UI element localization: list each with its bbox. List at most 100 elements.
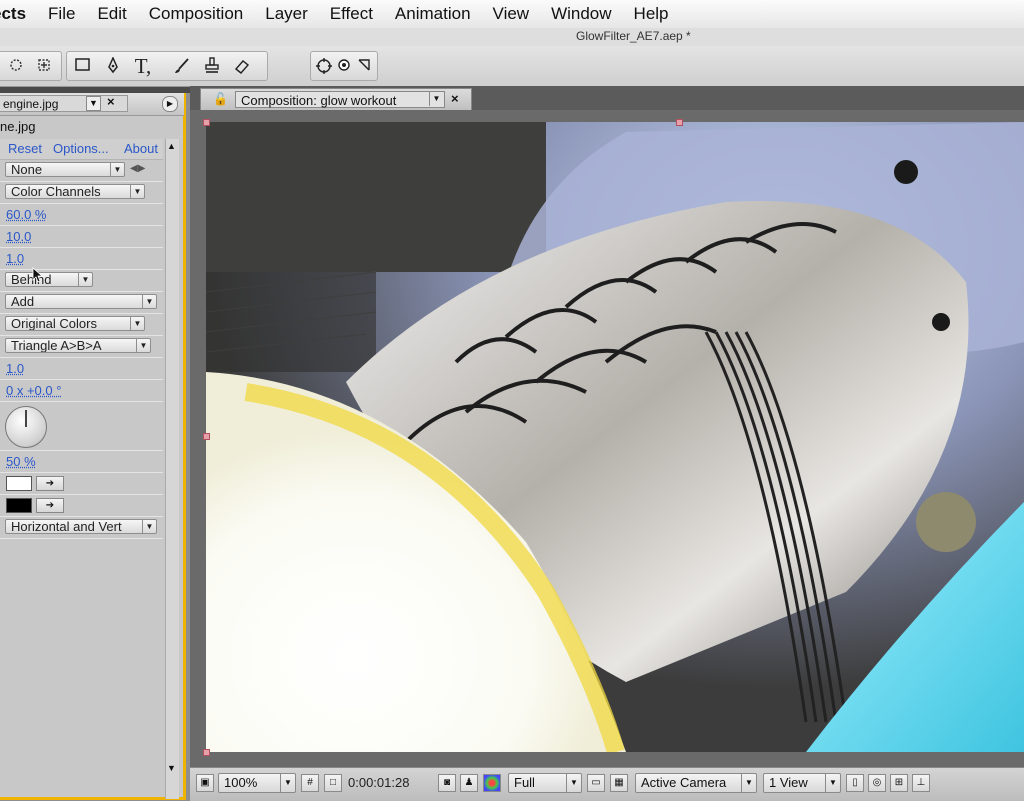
glow-colors-select[interactable]: Original Colors ▼ (5, 316, 145, 331)
pan-behind-icon[interactable] (3, 52, 29, 80)
track-icon[interactable] (351, 52, 377, 80)
color-phase-value[interactable]: 0 x +0.0 ° (6, 383, 61, 398)
composition-tab-label: Composition: glow workout (241, 93, 397, 108)
glow-operation-value: Add (11, 294, 35, 309)
color-a-swatch[interactable] (6, 476, 32, 491)
menu-help[interactable]: Help (623, 4, 680, 24)
reset-link[interactable]: Reset (8, 141, 42, 156)
about-link[interactable]: About (124, 141, 158, 156)
composition-name-box[interactable]: Composition: glow workout (235, 91, 445, 108)
region-of-interest-icon[interactable]: ▭ (587, 774, 605, 792)
effect-controls-scrollbar[interactable]: ▲ ▼ (165, 139, 179, 799)
color-channels-select[interactable]: Color Channels ▼ (5, 184, 145, 199)
effect-controls-tab-label: engine.jpg (3, 97, 59, 111)
options-link[interactable]: Options... (53, 141, 109, 156)
brush-icon[interactable] (169, 52, 195, 80)
pen-icon[interactable] (100, 52, 126, 80)
color-looping-value: Triangle A>B>A (11, 338, 102, 353)
scroll-down-icon[interactable]: ▼ (167, 763, 176, 773)
color-looping-row: Triangle A>B>A ▼ (0, 336, 163, 358)
eraser-icon[interactable] (229, 52, 255, 80)
view-layout-select[interactable]: 1 View ▼ (763, 773, 841, 793)
resolution-select[interactable]: Full ▼ (508, 773, 582, 793)
glow-based-on-select[interactable]: None ▼ (5, 162, 125, 177)
panel-menu-icon[interactable]: ▶ (162, 96, 178, 112)
channel-icon[interactable] (483, 774, 501, 792)
rectangle-mask-icon[interactable] (70, 52, 96, 80)
tool-group-2: T, (66, 51, 268, 81)
angle-dial[interactable] (5, 406, 47, 448)
color-phase-dial-row (0, 402, 163, 451)
lock-icon[interactable]: 🔓 (213, 92, 228, 106)
menu-window[interactable]: Window (540, 4, 622, 24)
menu-composition[interactable]: Composition (138, 4, 255, 24)
menu-layer[interactable]: Layer (254, 4, 319, 24)
hand-icon[interactable] (31, 52, 57, 80)
current-time[interactable]: 0:00:01:28 (348, 773, 409, 793)
eyedropper-icon[interactable]: ➔ (36, 498, 64, 513)
color-channels-value: Color Channels (11, 184, 101, 199)
layer-handle[interactable] (203, 119, 210, 126)
camera-value: Active Camera (641, 775, 727, 790)
glow-colors-row: Original Colors ▼ (0, 314, 163, 336)
window-title-bar: GlowFilter_AE7.aep * (0, 28, 1024, 46)
mask-view-icon[interactable]: □ (324, 774, 342, 792)
magnification-select[interactable]: 100% ▼ (218, 773, 296, 793)
tools-toolbar: T, (0, 46, 1024, 87)
glow-operation-row: Add ▼ (0, 292, 163, 314)
composite-original-select[interactable]: Behind ▼ (5, 272, 93, 287)
flowchart-icon[interactable]: ⊥ (912, 774, 930, 792)
layer-handle[interactable] (676, 119, 683, 126)
always-preview-icon[interactable]: ▣ (196, 774, 214, 792)
tool-group-3 (310, 51, 378, 81)
eyedropper-icon[interactable]: ➔ (36, 476, 64, 491)
close-icon[interactable]: × (451, 91, 459, 106)
color-phase-row: 0 x +0.0 ° (0, 380, 163, 402)
glow-dimensions-select[interactable]: Horizontal and Vert ▼ (5, 519, 157, 534)
layer-handle[interactable] (203, 749, 210, 756)
fast-previews-icon[interactable]: ◎ (868, 774, 886, 792)
menu-animation[interactable]: Animation (384, 4, 482, 24)
composition-tab[interactable]: 🔓 Composition: glow workout ▼ × (200, 88, 472, 111)
tool-group-1 (0, 51, 62, 81)
glow-operation-select[interactable]: Add ▼ (5, 294, 157, 309)
chevron-down-icon: ▼ (825, 774, 840, 792)
transparency-grid-icon[interactable]: ▦ (610, 774, 628, 792)
chevron-down-icon: ▼ (566, 774, 581, 792)
effect-header-row: Reset Options... About (0, 139, 163, 160)
show-snapshot-icon[interactable]: ♟ (460, 774, 478, 792)
close-icon[interactable]: × (107, 94, 115, 109)
mouse-pointer-icon (32, 267, 44, 283)
menu-effect[interactable]: Effect (319, 4, 384, 24)
composition-viewer[interactable] (206, 122, 1024, 752)
camera-view-select[interactable]: Active Camera ▼ (635, 773, 757, 793)
glow-intensity-value[interactable]: 1.0 (6, 251, 24, 266)
resolution-value: Full (514, 775, 535, 790)
ab-midpoint-value[interactable]: 50 % (6, 454, 36, 469)
grid-icon[interactable]: # (301, 774, 319, 792)
type-icon[interactable]: T, (130, 52, 156, 80)
color-b-swatch[interactable] (6, 498, 32, 513)
chevron-down-icon: ▼ (142, 295, 156, 308)
color-loops-value[interactable]: 1.0 (6, 361, 24, 376)
glow-radius-value[interactable]: 10.0 (6, 229, 31, 244)
glow-dimensions-row: Horizontal and Vert ▼ (0, 517, 163, 539)
scroll-up-icon[interactable]: ▲ (167, 141, 176, 151)
glow-threshold-value[interactable]: 60.0 % (6, 207, 46, 222)
timeline-icon[interactable]: ⊞ (890, 774, 908, 792)
layer-handle[interactable] (203, 433, 210, 440)
menu-effects[interactable]: ects (0, 4, 37, 24)
keyframe-nav-icon[interactable]: ◀▶ (130, 163, 145, 174)
effect-controls-tab-bar: engine.jpg ▼ × ▶ (0, 93, 184, 116)
clone-stamp-icon[interactable] (199, 52, 225, 80)
chevron-down-icon[interactable]: ▼ (86, 96, 101, 111)
chevron-down-icon[interactable]: ▼ (429, 92, 443, 106)
color-looping-select[interactable]: Triangle A>B>A ▼ (5, 338, 151, 353)
snapshot-icon[interactable]: ◙ (438, 774, 456, 792)
menu-file[interactable]: File (37, 4, 86, 24)
color-loops-row: 1.0 (0, 358, 163, 380)
menu-edit[interactable]: Edit (86, 4, 137, 24)
toggle-pixel-aspect-icon[interactable]: ▯ (846, 774, 864, 792)
glow-based-on-row: None ▼ ◀▶ (0, 160, 163, 182)
menu-view[interactable]: View (482, 4, 541, 24)
